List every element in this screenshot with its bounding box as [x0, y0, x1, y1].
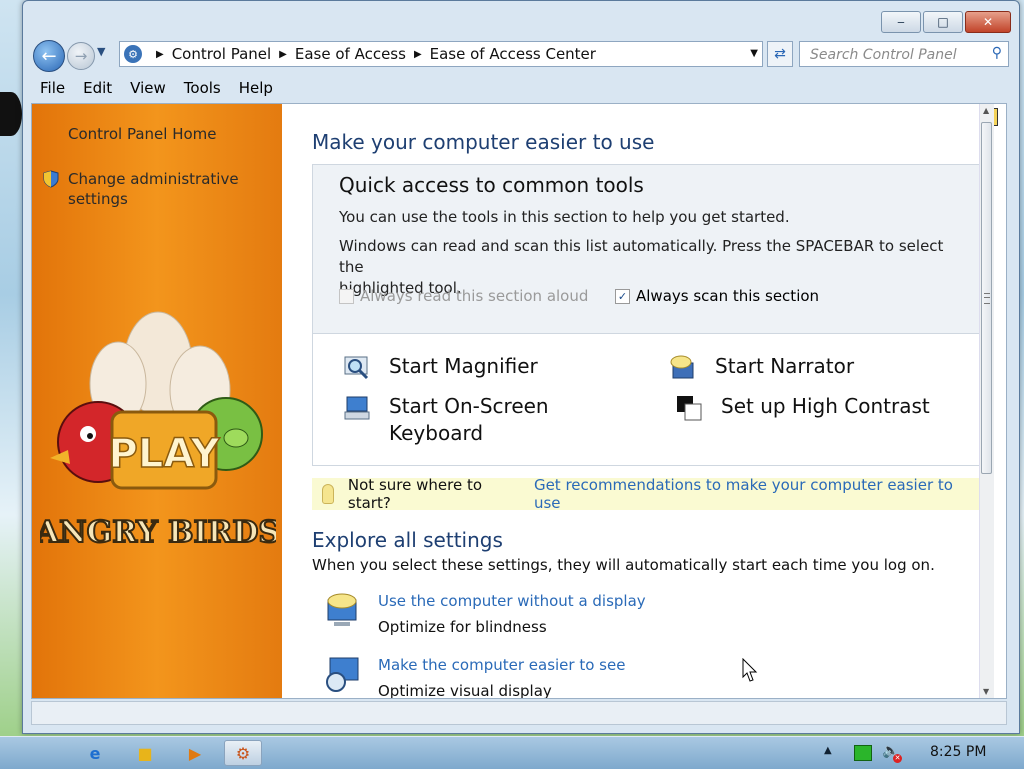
osk-label-line2: Keyboard: [389, 421, 484, 445]
taskbar: e ■ ▶ ⚙ ▲ 🔈 ✕ 8:25 PM: [0, 736, 1024, 769]
breadcrumb-ease-of-access[interactable]: Ease of Access: [295, 45, 406, 63]
explore-settings-description: When you select these settings, they wil…: [312, 556, 935, 574]
use-without-display-link[interactable]: Use the computer without a display: [378, 592, 646, 610]
high-contrast-label: Set up High Contrast: [721, 394, 930, 418]
arrow-left-icon: ←: [41, 45, 57, 67]
window-controls: ‒ □ ✕: [881, 11, 1011, 33]
menu-bar: File Edit View Tools Help: [31, 77, 282, 101]
start-magnifier-button[interactable]: Start Magnifier: [343, 353, 538, 382]
read-aloud-label: Always read this section aloud: [360, 287, 589, 305]
taskbar-clock[interactable]: 8:25 PM: [930, 744, 986, 760]
control-panel-window: ‒ □ ✕ ← → ▼ ⚙ ▶ Control Panel ▶ Ease of …: [22, 0, 1020, 734]
easier-to-see-icon: [326, 657, 359, 692]
breadcrumb-control-panel[interactable]: Control Panel: [172, 45, 271, 63]
refresh-button[interactable]: ⇄: [767, 41, 793, 67]
file-explorer-taskbar-icon[interactable]: ■: [126, 740, 164, 766]
scan-section-checkbox[interactable]: ✓ Always scan this section: [615, 287, 819, 305]
control-panel-icon: ⚙: [124, 45, 142, 63]
arrow-right-icon: →: [74, 47, 88, 65]
control-panel-home-link[interactable]: Control Panel Home: [68, 124, 217, 144]
back-button[interactable]: ←: [33, 40, 65, 72]
computer-without-display-icon: [327, 593, 357, 626]
control-panel-taskbar-button[interactable]: ⚙: [224, 740, 262, 766]
breadcrumb-arrow-icon[interactable]: ▶: [279, 49, 287, 60]
menu-edit[interactable]: Edit: [74, 77, 121, 101]
admin-link-line1: Change administrative: [68, 170, 239, 188]
start-magnifier-label: Start Magnifier: [389, 354, 538, 378]
angry-birds-wallpaper-art: PLAY ANGRY BIRDS: [40, 311, 276, 551]
lightbulb-icon: [322, 484, 334, 504]
quick-access-header: Quick access to common tools You can use…: [313, 165, 979, 334]
read-aloud-checkbox[interactable]: Always read this section aloud: [339, 287, 588, 305]
volume-muted-icon[interactable]: 🔈 ✕: [882, 743, 902, 763]
maximize-button[interactable]: □: [923, 11, 963, 33]
forward-button[interactable]: →: [67, 42, 95, 70]
narrator-icon: [670, 355, 694, 379]
use-without-display-subtitle: Optimize for blindness: [378, 618, 547, 636]
play-art-text: PLAY: [109, 431, 221, 477]
quick-access-intro: You can use the tools in this section to…: [339, 208, 790, 226]
magnifier-icon: [344, 356, 369, 380]
breadcrumb-ease-of-access-center[interactable]: Ease of Access Center: [430, 45, 596, 63]
change-admin-settings-link[interactable]: Change administrative settings: [68, 169, 239, 209]
status-bar: [31, 701, 1007, 725]
uac-shield-icon: [43, 170, 59, 188]
address-bar[interactable]: ⚙ ▶ Control Panel ▶ Ease of Access ▶ Eas…: [119, 41, 763, 67]
main-panel: Make your computer easier to use ✎ Quick…: [282, 104, 998, 699]
set-up-high-contrast-button[interactable]: Set up High Contrast: [675, 393, 930, 422]
high-contrast-icon: [677, 396, 702, 421]
admin-link-line2: settings: [68, 190, 128, 208]
search-icon[interactable]: ⚲: [992, 45, 1002, 61]
scan-note-line1: Windows can read and scan this list auto…: [339, 237, 944, 276]
get-recommendations-link[interactable]: Get recommendations to make your compute…: [534, 476, 980, 512]
start-on-screen-keyboard-button[interactable]: Start On-Screen Keyboard: [343, 393, 549, 447]
menu-file[interactable]: File: [31, 77, 74, 101]
address-dropdown-icon[interactable]: ▼: [750, 48, 758, 59]
content-area: Control Panel Home Change administrative…: [31, 103, 1007, 699]
search-input[interactable]: [808, 43, 982, 67]
checkmark-icon: ✓: [615, 288, 630, 304]
quick-access-title: Quick access to common tools: [339, 173, 644, 197]
mouse-cursor-icon: [742, 658, 758, 682]
easier-to-see-link[interactable]: Make the computer easier to see: [378, 656, 625, 674]
recommendation-bar: Not sure where to start? Get recommendat…: [312, 476, 980, 512]
on-screen-keyboard-label: Start On-Screen Keyboard: [389, 393, 549, 447]
angry-birds-art-text: ANGRY BIRDS: [40, 515, 276, 550]
navigation-bar: ← → ▼ ⚙ ▶ Control Panel ▶ Ease of Access…: [31, 39, 1009, 72]
recent-pages-dropdown[interactable]: ▼: [97, 45, 105, 58]
menu-view[interactable]: View: [121, 77, 175, 101]
scroll-down-icon[interactable]: ▼: [983, 687, 989, 696]
checkbox-unchecked-icon: [339, 288, 354, 304]
close-button[interactable]: ✕: [965, 11, 1011, 33]
scroll-up-icon[interactable]: ▲: [983, 106, 989, 115]
breadcrumb-arrow-icon[interactable]: ▶: [156, 49, 164, 60]
page-title: Make your computer easier to use: [312, 130, 655, 154]
menu-help[interactable]: Help: [230, 77, 282, 101]
grip-icon: [984, 293, 990, 304]
explore-settings-title: Explore all settings: [312, 528, 503, 552]
minimize-button[interactable]: ‒: [881, 11, 921, 33]
scan-section-label: Always scan this section: [636, 287, 820, 305]
keyboard-icon: [344, 396, 370, 420]
search-box: ⚲: [799, 41, 1009, 67]
osk-label-line1: Start On-Screen: [389, 394, 549, 418]
scroll-thumb[interactable]: [981, 122, 992, 474]
recommendation-prefix: Not sure where to start?: [347, 476, 483, 512]
start-narrator-button[interactable]: Start Narrator: [669, 353, 854, 382]
internet-explorer-taskbar-icon[interactable]: e: [76, 740, 114, 766]
start-narrator-label: Start Narrator: [715, 354, 855, 378]
easier-to-see-subtitle: Optimize visual display: [378, 682, 552, 699]
vertical-scrollbar[interactable]: ▲ ▼: [979, 104, 994, 698]
sidebar: Control Panel Home Change administrative…: [32, 104, 282, 698]
quick-access-section: Quick access to common tools You can use…: [312, 164, 980, 466]
media-player-taskbar-icon[interactable]: ▶: [176, 740, 214, 766]
network-status-icon[interactable]: [854, 745, 872, 761]
show-hidden-icons-icon[interactable]: ▲: [824, 745, 832, 756]
menu-tools[interactable]: Tools: [175, 77, 230, 101]
refresh-icon: ⇄: [774, 46, 786, 62]
breadcrumb-arrow-icon[interactable]: ▶: [414, 49, 422, 60]
desktop-icon-fragment: [0, 92, 22, 136]
